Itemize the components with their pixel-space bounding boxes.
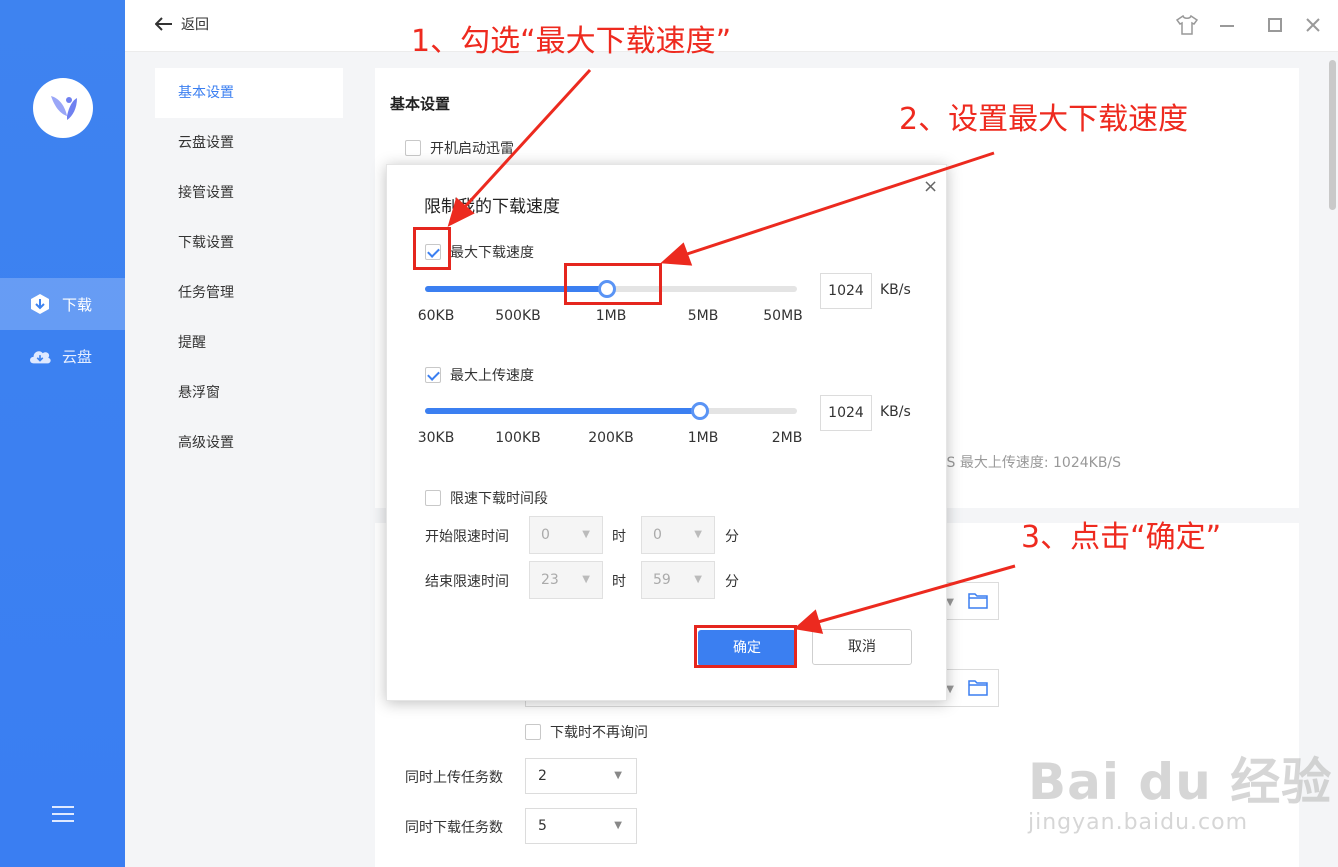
annotation-step2: 2、设置最大下载速度 <box>899 102 1189 137</box>
watermark-logo: Bai du 经验 <box>1028 753 1333 811</box>
arrow-line-step1 <box>460 68 592 212</box>
annotation-step3: 3、点击“确定” <box>1021 520 1222 555</box>
arrow-head-icon <box>793 609 824 634</box>
arrow-head-icon <box>660 242 693 266</box>
arrow-line-step2 <box>683 151 995 257</box>
watermark: Bai du 经验 jingyan.baidu.com <box>1028 742 1332 835</box>
annotation-step1: 1、勾选“最大下载速度” <box>411 24 732 59</box>
arrow-line-step3 <box>817 564 1016 624</box>
